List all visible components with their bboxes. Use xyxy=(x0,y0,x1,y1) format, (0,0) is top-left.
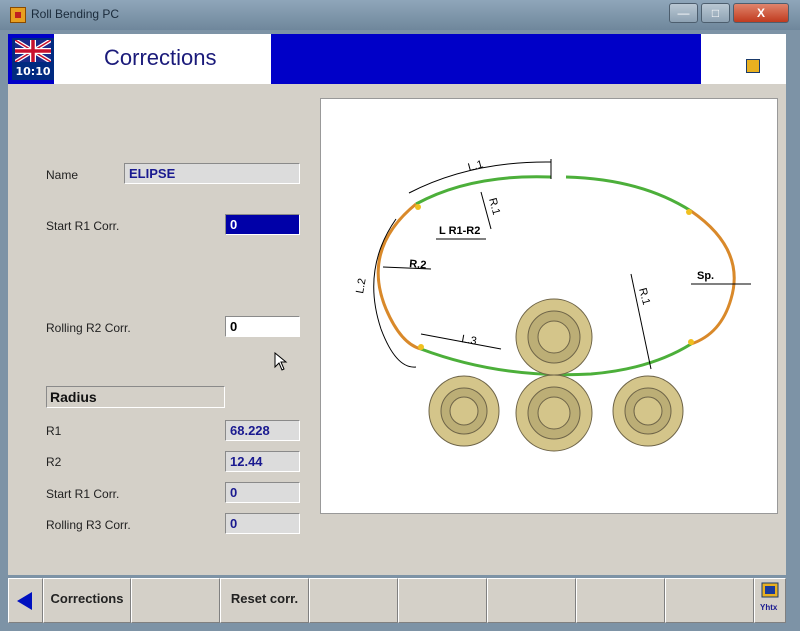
label-r1-top: R.1 xyxy=(486,197,502,217)
roller-top xyxy=(515,298,593,376)
label-sp: Sp. xyxy=(697,270,714,282)
start-r1-corr-field[interactable]: 0 xyxy=(225,214,300,235)
help-button[interactable]: Yhtx xyxy=(754,578,786,623)
close-button[interactable]: X xyxy=(733,3,789,23)
straight-top-right xyxy=(565,175,692,213)
header-bar: 10:10 Corrections xyxy=(8,34,786,84)
header-right-panel xyxy=(701,34,786,84)
roller-bottom xyxy=(515,374,593,452)
radius-group-title: Radius xyxy=(46,386,225,408)
reset-corr-button[interactable]: Reset corr. xyxy=(220,578,309,623)
start-r1-corr-label: Start R1 Corr. xyxy=(46,219,120,233)
rolling-r2-corr-label: Rolling R2 Corr. xyxy=(46,321,131,335)
mouse-cursor-icon xyxy=(274,352,288,371)
rolling-r2-corr-field[interactable]: 0 xyxy=(225,316,300,337)
window-title-bar[interactable]: Roll Bending PC — □ X xyxy=(0,0,800,30)
arc-left xyxy=(376,202,422,351)
rolling-r3-corr-label: Rolling R3 Corr. xyxy=(46,518,131,532)
window-title: Roll Bending PC xyxy=(31,7,120,21)
main-panel: Name ELIPSE Start R1 Corr. 0 Rolling R2 … xyxy=(8,84,786,575)
label-l2: L.2 xyxy=(354,277,368,294)
r1-value: 68.228 xyxy=(225,420,300,441)
bottom-toolbar: Corrections Reset corr. Yhtx xyxy=(8,578,786,623)
maximize-button[interactable]: □ xyxy=(701,3,730,23)
corrections-button[interactable]: Corrections xyxy=(43,578,131,623)
minimize-button[interactable]: — xyxy=(669,3,698,23)
name-label: Name xyxy=(46,168,79,182)
toolbar-button-empty-4[interactable] xyxy=(487,578,576,623)
label-r1-right: R.1 xyxy=(636,287,652,307)
toolbar-button-empty-1[interactable] xyxy=(131,578,220,623)
label-lr1r2: L R1-R2 xyxy=(439,225,480,237)
roller-left xyxy=(428,375,500,447)
back-arrow-icon xyxy=(17,592,32,610)
r2-value: 12.44 xyxy=(225,451,300,472)
toolbar-button-empty-5[interactable] xyxy=(576,578,665,623)
radius-start-r1-corr-value: 0 xyxy=(225,482,300,503)
toolbar-button-empty-3[interactable] xyxy=(398,578,487,623)
page-title-box: Corrections xyxy=(54,34,271,84)
svg-text:Yhtx: Yhtx xyxy=(760,603,778,612)
r1-label: R1 xyxy=(46,424,62,438)
back-button[interactable] xyxy=(8,578,43,623)
clock: 10:10 xyxy=(15,65,51,78)
help-icon: Yhtx xyxy=(760,582,779,612)
toolbar-button-empty-2[interactable] xyxy=(309,578,398,623)
radius-start-r1-corr-label: Start R1 Corr. xyxy=(46,487,120,501)
app-icon xyxy=(10,7,26,23)
rolling-r3-corr-value: 0 xyxy=(225,513,300,534)
name-field[interactable]: ELIPSE xyxy=(124,163,300,184)
roller-right xyxy=(612,375,684,447)
keyboard-icon[interactable] xyxy=(746,59,760,73)
bending-diagram: L.1 R.1 L R1-R2 L.2 R.2 R.1 Sp. L.3 xyxy=(320,98,778,514)
label-r2: R.2 xyxy=(409,258,427,271)
language-flag-icon[interactable]: 10:10 xyxy=(12,38,54,80)
page-title: Corrections xyxy=(104,45,217,70)
label-l3: L.3 xyxy=(460,333,477,347)
r2-label: R2 xyxy=(46,455,62,469)
toolbar-button-empty-6[interactable] xyxy=(665,578,754,623)
label-l1: L.1 xyxy=(467,158,485,174)
